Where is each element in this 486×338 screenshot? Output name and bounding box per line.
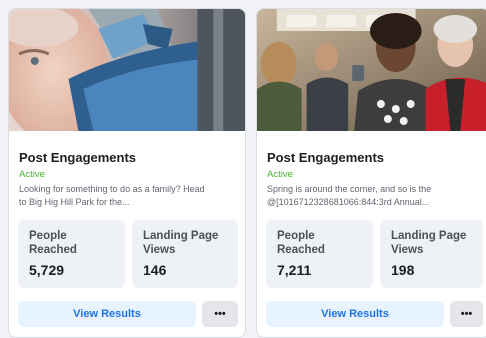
ad-thumbnail-image[interactable] <box>9 9 245 131</box>
stat-label: Landing Page Views <box>391 230 467 256</box>
status-badge: Active <box>19 169 45 180</box>
stat-value: 7,211 <box>277 262 312 278</box>
stat-landing-page-views: Landing Page Views 198 <box>380 220 483 288</box>
stat-label: People Reached <box>29 230 77 256</box>
view-results-button[interactable]: View Results <box>18 301 196 327</box>
stat-value: 198 <box>391 262 415 278</box>
more-options-button[interactable]: ••• <box>450 301 483 327</box>
thumbnail-photo-woman-drinking <box>9 9 245 131</box>
stat-landing-page-views: Landing Page Views 146 <box>132 220 238 288</box>
thumbnail-photo-two-women <box>257 9 486 131</box>
ad-card: Post Engagements Active Spring is around… <box>256 8 486 338</box>
stat-people-reached: People Reached 5,729 <box>18 220 125 288</box>
view-results-button[interactable]: View Results <box>266 301 444 327</box>
ad-description: Looking for something to do as a family?… <box>19 184 205 207</box>
card-title: Post Engagements <box>267 150 385 165</box>
stat-value: 146 <box>143 262 167 278</box>
ad-thumbnail-image[interactable] <box>257 9 486 131</box>
stat-label: People Reached <box>277 230 325 256</box>
ad-description: Spring is around the corner, and so is t… <box>267 184 432 207</box>
status-badge: Active <box>267 169 293 180</box>
card-title: Post Engagements <box>19 150 137 165</box>
more-options-button[interactable]: ••• <box>202 301 238 327</box>
stat-people-reached: People Reached 7,211 <box>266 220 373 288</box>
ad-card: Post Engagements Active Looking for some… <box>8 8 246 338</box>
stat-value: 5,729 <box>29 262 65 278</box>
stat-label: Landing Page Views <box>143 230 219 256</box>
